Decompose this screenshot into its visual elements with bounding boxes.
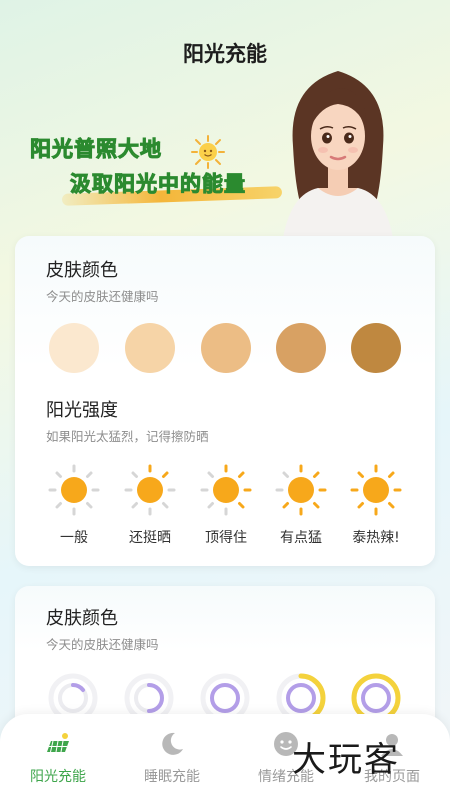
watermark-logo: 大玩客 xyxy=(292,740,400,780)
moon-sleep-icon: z xyxy=(162,732,183,755)
skin-color-title-2: 皮肤颜色 xyxy=(46,608,118,629)
solar-panel-icon xyxy=(47,733,69,753)
sun-level-label: 一般 xyxy=(60,530,88,546)
skin-swatch[interactable] xyxy=(276,323,326,373)
page-title: 阳光充能 xyxy=(183,42,267,66)
skin-swatch[interactable] xyxy=(49,323,99,373)
sun-level-label: 还挺晒 xyxy=(129,530,171,546)
sun-decoration-icon xyxy=(191,135,225,169)
sun-level-2-icon[interactable] xyxy=(122,462,178,518)
skin-color-subtitle-2: 今天的皮肤还健康吗 xyxy=(46,637,159,652)
girl-illustration xyxy=(283,71,393,238)
skin-color-subtitle: 今天的皮肤还健康吗 xyxy=(46,289,159,304)
sun-level-1-icon[interactable] xyxy=(46,462,102,518)
skin-swatch[interactable] xyxy=(201,323,251,373)
svg-text:z: z xyxy=(175,738,180,747)
sun-level-label: 泰热辣! xyxy=(352,530,400,546)
status-card: 皮肤颜色 今天的皮肤还健康吗 阳光强度 如果阳光太猛烈，记得擦防晒 一般 还挺晒… xyxy=(15,236,435,566)
skin-swatch[interactable] xyxy=(125,323,175,373)
sun-level-label: 顶得住 xyxy=(205,530,247,546)
sun-level-5-icon[interactable] xyxy=(348,462,404,518)
tab-sleep-charge[interactable]: z 睡眠充能 xyxy=(116,714,228,800)
skin-color-title: 皮肤颜色 xyxy=(46,260,118,281)
tab-label: 睡眠充能 xyxy=(144,769,200,785)
tab-label: 阳光充能 xyxy=(30,769,86,785)
sun-intensity-subtitle: 如果阳光太猛烈，记得擦防晒 xyxy=(46,429,209,444)
sun-level-4-icon[interactable] xyxy=(273,462,329,518)
sun-intensity-title: 阳光强度 xyxy=(46,400,118,421)
sun-level-3-icon[interactable] xyxy=(198,462,254,518)
skin-swatch[interactable] xyxy=(351,323,401,373)
sun-level-label: 有点猛 xyxy=(280,530,322,546)
hero-slogan-line2: 汲取阳光中的能量 xyxy=(70,172,246,197)
hero-slogan-line1: 阳光普照大地 xyxy=(30,137,162,162)
tab-sunshine-charge[interactable]: 阳光充能 xyxy=(2,714,114,800)
